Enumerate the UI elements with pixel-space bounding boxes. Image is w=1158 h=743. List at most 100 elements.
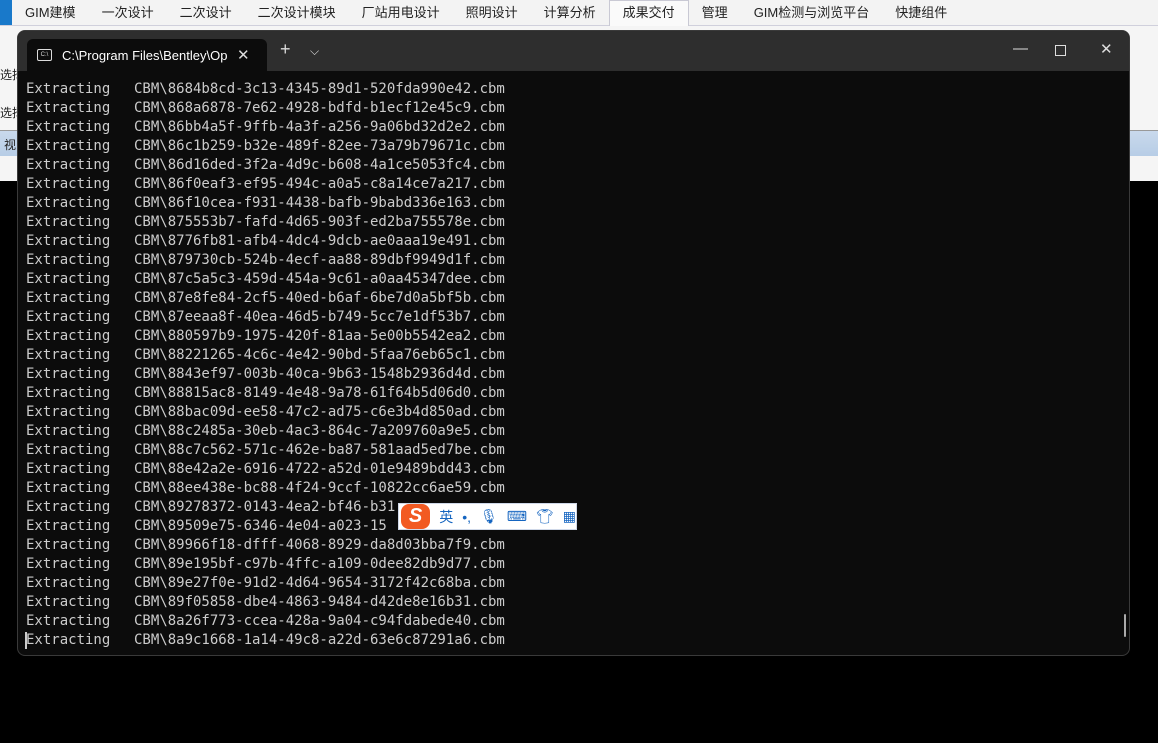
minimize-button[interactable]: — [1013, 40, 1028, 57]
ribbon-tab[interactable]: 管理 [689, 0, 741, 26]
text-cursor [25, 632, 27, 649]
output-line: Extracting CBM\88e42a2e-6916-4722-a52d-01… [26, 460, 505, 479]
output-verb: Extracting [26, 594, 111, 610]
output-line: Extracting CBM\86d16ded-3f2a-4d9c-b608-4a… [26, 156, 505, 175]
ime-mode[interactable]: 英 [439, 507, 453, 527]
output-verb: Extracting [26, 613, 111, 629]
output-path: CBM\89f05858-dbe4-4863-9484-d42de8e16b31… [134, 594, 505, 610]
maximize-button[interactable] [1055, 45, 1066, 56]
output-line: Extracting CBM\868a6878-7e62-4928-bdfd-b1… [26, 99, 505, 118]
ribbon-tabs: GIM建模 一次设计 二次设计 二次设计模块 厂站用电设计 照明设计 计算分析 成果交付 管理 G… [12, 0, 960, 26]
ribbon-tab[interactable]: 二次设计模块 [245, 0, 349, 26]
output-verb: Extracting [26, 214, 111, 230]
output-path: CBM\88ee438e-bc88-4f24-9ccf-10822cc6ae59… [134, 480, 505, 496]
output-path: CBM\86c1b259-b32e-489f-82ee-73a79b79671c… [134, 138, 505, 154]
output-line: Extracting CBM\88bac09d-ee58-47c2-ad75-c6… [26, 403, 505, 422]
output-path: CBM\8a9c1668-1a14-49c8-a22d-63e6c87291a6… [134, 632, 505, 648]
skin-shirt-icon[interactable]: 👕︎ [536, 508, 554, 525]
output-line: Extracting CBM\8843ef97-003b-40ca-9b63-15… [26, 365, 505, 384]
ribbon-tab[interactable]: 成果交付 [608, 0, 689, 26]
output-line: Extracting CBM\88221265-4c6c-4e42-90bd-5f… [26, 346, 505, 365]
punctuation-toggle[interactable]: •, [462, 509, 471, 525]
output-path: CBM\88e42a2e-6916-4722-a52d-01e9489bdd43… [134, 461, 505, 477]
output-path: CBM\8843ef97-003b-40ca-9b63-1548b2936d4d… [134, 366, 505, 382]
output-verb: Extracting [26, 461, 111, 477]
output-path: CBM\88bac09d-ee58-47c2-ad75-c6e3b4d850ad… [134, 404, 505, 420]
output-line: Extracting CBM\880597b9-1975-420f-81aa-5e… [26, 327, 505, 346]
output-line: Extracting CBM\8a9c1668-1a14-49c8-a22d-63… [26, 631, 505, 650]
output-path: CBM\86f10cea-f931-4438-bafb-9babd336e163… [134, 195, 505, 211]
output-verb: Extracting [26, 423, 111, 439]
ribbon-tab[interactable]: 二次设计 [167, 0, 245, 26]
output-path: CBM\880597b9-1975-420f-81aa-5e00b5542ea2… [134, 328, 505, 344]
output-line: Extracting CBM\87e8fe84-2cf5-40ed-b6af-6b… [26, 289, 505, 308]
output-line: Extracting CBM\8776fb81-afb4-4dc4-9dcb-ae… [26, 232, 505, 251]
terminal-window: C:\ C:\Program Files\Bentley\Ope ✕ + ⌵ —… [17, 30, 1130, 656]
ribbon-tab[interactable]: 快捷组件 [882, 0, 960, 26]
output-line: Extracting CBM\86f0eaf3-ef95-494c-a0a5-c8… [26, 175, 505, 194]
close-button[interactable]: ✕ [1100, 40, 1113, 58]
output-verb: Extracting [26, 176, 111, 192]
output-line: Extracting CBM\89e195bf-c97b-4ffc-a109-0d… [26, 555, 505, 574]
output-line: Extracting CBM\8a26f773-ccea-428a-9a04-c9… [26, 612, 505, 631]
output-line: Extracting CBM\89966f18-dfff-4068-8929-da… [26, 536, 505, 555]
output-verb: Extracting [26, 290, 111, 306]
view-label[interactable]: 视 [4, 136, 16, 153]
ribbon-tab[interactable]: GIM检测与浏览平台 [741, 0, 883, 26]
output-path: CBM\868a6878-7e62-4928-bdfd-b1ecf12e45c9… [134, 100, 505, 116]
output-line: Extracting CBM\86c1b259-b32e-489f-82ee-73… [26, 137, 505, 156]
output-path: CBM\89e27f0e-91d2-4d64-9654-3172f42c68ba… [134, 575, 505, 591]
output-line: Extracting CBM\89f05858-dbe4-4863-9484-d4… [26, 593, 505, 612]
title-bar[interactable]: C:\ C:\Program Files\Bentley\Ope ✕ + ⌵ —… [18, 31, 1129, 71]
close-tab-icon[interactable]: ✕ [237, 46, 250, 64]
console-icon: C:\ [37, 49, 52, 61]
ribbon-tab[interactable]: 照明设计 [453, 0, 531, 26]
output-verb: Extracting [26, 271, 111, 287]
output-verb: Extracting [26, 366, 111, 382]
output-verb: Extracting [26, 195, 111, 211]
output-verb: Extracting [26, 499, 111, 515]
output-path: CBM\8684b8cd-3c13-4345-89d1-520fda990e42… [134, 81, 505, 97]
output-verb: Extracting [26, 309, 111, 325]
output-line: Extracting CBM\88815ac8-8149-4e48-9a78-61… [26, 384, 505, 403]
output-path: CBM\89278372-0143-4ea2-bf46-b31 [134, 499, 396, 515]
output-path: CBM\8a26f773-ccea-428a-9a04-c94fdabede40… [134, 613, 505, 629]
output-verb: Extracting [26, 385, 111, 401]
output-line: Extracting CBM\88ee438e-bc88-4f24-9ccf-10… [26, 479, 505, 498]
new-tab-button[interactable]: + [280, 39, 291, 60]
output-path: CBM\87eeaa8f-40ea-46d5-b749-5cc7e1df53b7… [134, 309, 505, 325]
ribbon-tab[interactable]: GIM建模 [12, 0, 89, 26]
microphone-icon[interactable]: 🎙︎ [480, 508, 498, 525]
terminal-output[interactable]: Extracting CBM\8684b8cd-3c13-4345-89d1-52… [26, 80, 505, 650]
output-verb: Extracting [26, 252, 111, 268]
output-path: CBM\88815ac8-8149-4e48-9a78-61f64b5d06d0… [134, 385, 505, 401]
scrollbar-thumb[interactable] [1124, 614, 1126, 637]
tab-title: C:\Program Files\Bentley\Ope [62, 47, 227, 63]
output-verb: Extracting [26, 404, 111, 420]
output-verb: Extracting [26, 119, 111, 135]
output-verb: Extracting [26, 328, 111, 344]
output-line: Extracting CBM\87eeaa8f-40ea-46d5-b749-5c… [26, 308, 505, 327]
output-verb: Extracting [26, 575, 111, 591]
output-line: Extracting CBM\86f10cea-f931-4438-bafb-9b… [26, 194, 505, 213]
ime-toolbar[interactable]: S 英 •, 🎙︎ ⌨ 👕︎ ▦ [398, 503, 577, 530]
app-menu-button[interactable] [0, 0, 12, 25]
ribbon-tab[interactable]: 厂站用电设计 [349, 0, 453, 26]
ribbon-tab[interactable]: 一次设计 [89, 0, 167, 26]
output-verb: Extracting [26, 480, 111, 496]
output-path: CBM\89e195bf-c97b-4ffc-a109-0dee82db9d77… [134, 556, 505, 572]
output-path: CBM\86bb4a5f-9ffb-4a3f-a256-9a06bd32d2e2… [134, 119, 505, 135]
chevron-down-icon[interactable]: ⌵ [310, 44, 319, 59]
output-path: CBM\86f0eaf3-ef95-494c-a0a5-c8a14ce7a217… [134, 176, 505, 192]
output-verb: Extracting [26, 233, 111, 249]
output-line: Extracting CBM\879730cb-524b-4ecf-aa88-89… [26, 251, 505, 270]
terminal-tab[interactable]: C:\ C:\Program Files\Bentley\Ope ✕ [27, 39, 267, 71]
output-path: CBM\86d16ded-3f2a-4d9c-b608-4a1ce5053fc4… [134, 157, 505, 173]
output-path: CBM\8776fb81-afb4-4dc4-9dcb-ae0aaa19e491… [134, 233, 505, 249]
sogou-logo[interactable]: S [401, 504, 431, 529]
output-verb: Extracting [26, 157, 111, 173]
keyboard-icon[interactable]: ⌨ [507, 508, 527, 525]
toolbox-grid-icon[interactable]: ▦ [563, 508, 576, 525]
ribbon-tab[interactable]: 计算分析 [531, 0, 609, 26]
output-verb: Extracting [26, 632, 111, 648]
